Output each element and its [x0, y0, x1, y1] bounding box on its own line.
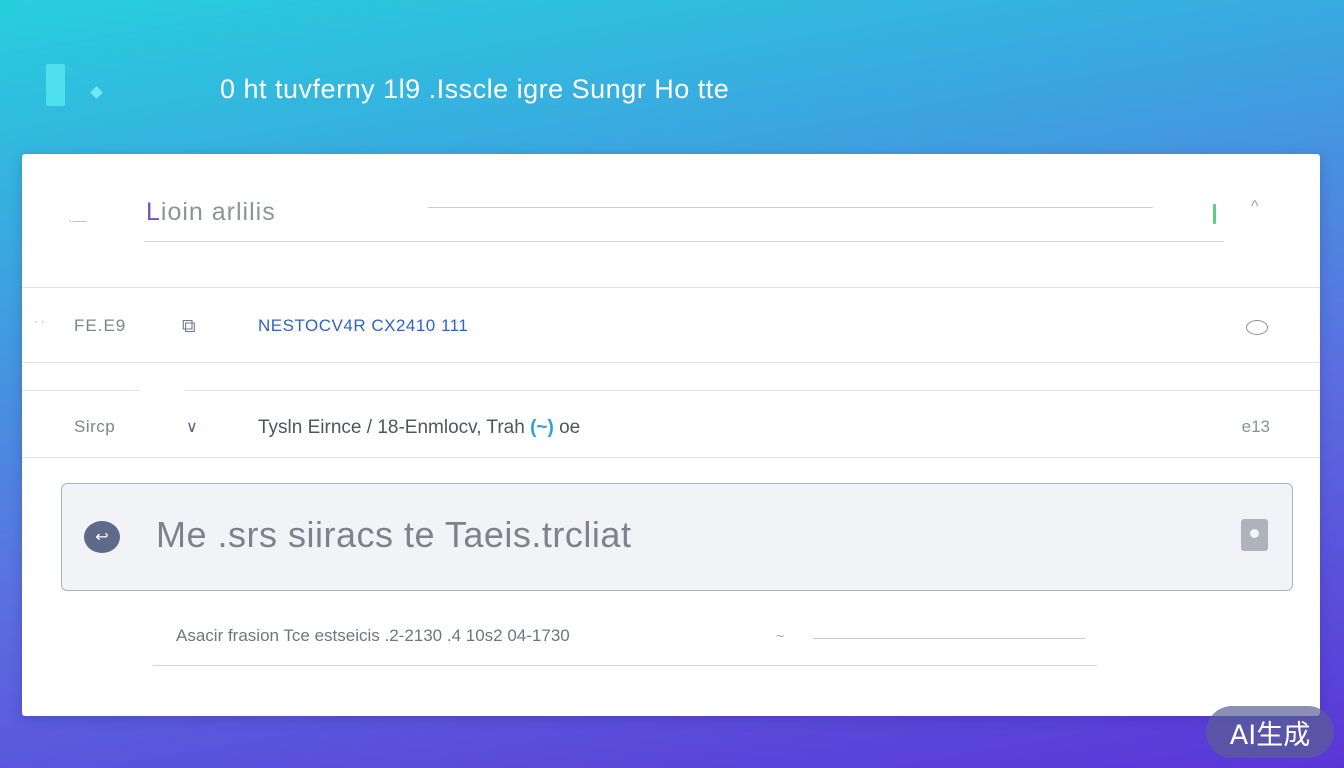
row-label: FE.E9: [74, 316, 127, 335]
row-value: Tysln Eirnce / 18-Enmlocv, Trah (~) oe: [258, 417, 580, 439]
row-value-link[interactable]: NESTOCV4R CX2410 111: [258, 316, 468, 336]
header-accent-bar: [46, 64, 65, 106]
row-label: Sircp: [74, 417, 116, 436]
row-value-part: Tysln Eirnce / 18-Enmlocv, Trah: [258, 417, 531, 438]
footer-underline: [153, 665, 1097, 666]
panel-title-initial: L: [146, 198, 161, 226]
page-title: 0 ht tuvferny 1l9 .Isscle igre Sungr Ho …: [220, 74, 730, 104]
tilde-icon: ~: [776, 628, 785, 644]
footer-rule: [813, 638, 1085, 639]
copy-icon[interactable]: ⧉: [182, 316, 196, 338]
dash-icon: ·—: [68, 212, 87, 228]
header-diamond-icon: [90, 86, 103, 99]
divider: [22, 362, 1320, 363]
chevron-down-icon[interactable]: ∨: [186, 417, 198, 437]
status-indicator: [1213, 204, 1216, 224]
row-value-part: oe: [553, 417, 581, 438]
back-arrow-icon[interactable]: ↩: [84, 521, 120, 553]
search-input[interactable]: ↩ Me .srs siiracs te Taeis.trcliat: [61, 483, 1293, 591]
main-panel: ·— Lioin arlilis ^ · · FE.E9 ⧉ NESTOCV4R…: [22, 154, 1320, 716]
divider: [22, 457, 1320, 458]
row-value-highlight[interactable]: (~): [530, 417, 554, 438]
footer-meta-text: Asacir frasion Tce estseicis .2-2130 .4 …: [176, 626, 570, 645]
search-placeholder: Me .srs siiracs te Taeis.trcliat: [156, 514, 632, 555]
panel-title-underline: [144, 241, 1224, 242]
chevron-up-icon[interactable]: ^: [1251, 198, 1259, 216]
document-icon[interactable]: [1241, 519, 1268, 551]
list-item[interactable]: Sircp ∨ Tysln Eirnce / 18-Enmlocv, Trah …: [22, 391, 1320, 457]
panel-title-text: ioin arlilis: [160, 198, 276, 226]
panel-header-rule: [428, 207, 1153, 208]
panel-title: Lioin arlilis: [146, 198, 276, 227]
panel-header: ·— Lioin arlilis ^: [22, 184, 1320, 244]
row-handle-icon: · ·: [34, 316, 45, 328]
list-item[interactable]: · · FE.E9 ⧉ NESTOCV4R CX2410 111: [22, 288, 1320, 362]
row-end-value: e13: [1241, 417, 1270, 436]
footer-meta-row: Asacir frasion Tce estseicis .2-2130 .4 …: [22, 622, 1320, 672]
radio-circle-icon[interactable]: [1246, 320, 1268, 335]
ai-generated-badge: AI生成: [1206, 706, 1334, 758]
